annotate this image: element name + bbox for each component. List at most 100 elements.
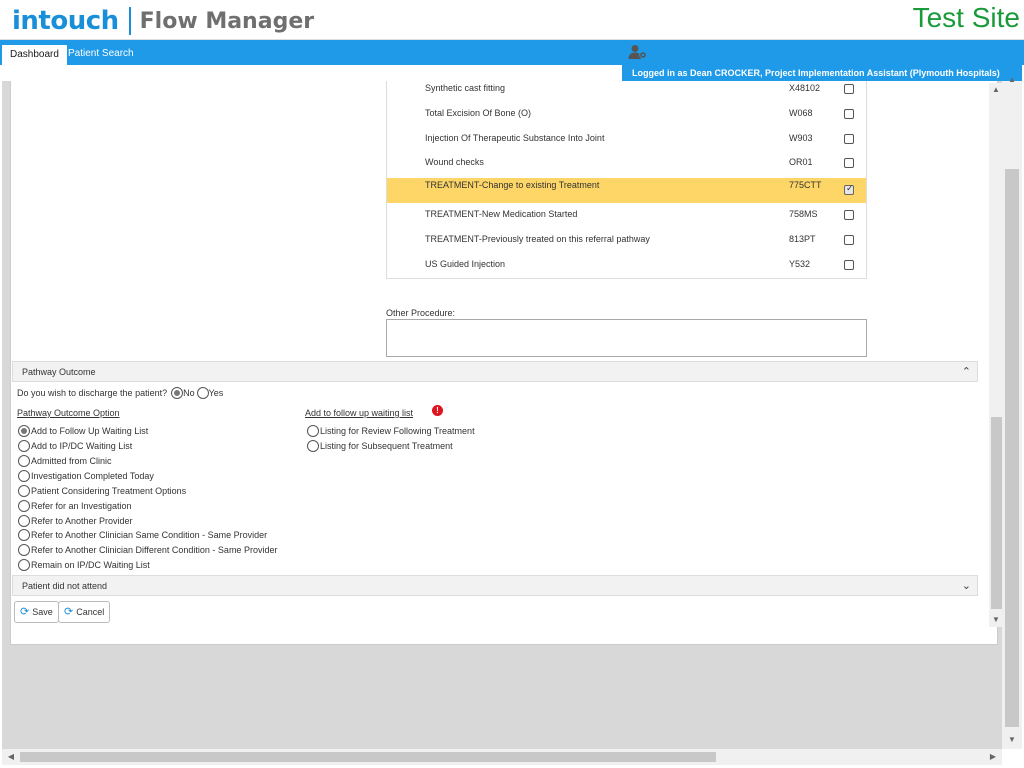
form-panel: Synthetic cast fitting X48102 Total Exci…	[10, 81, 1003, 645]
outcome-option[interactable]: Refer to Another Clinician Different Con…	[18, 543, 277, 557]
outcome-option[interactable]: Add to Follow Up Waiting List	[18, 424, 148, 438]
option-label: Admitted from Clinic	[31, 456, 112, 466]
radio-icon[interactable]	[18, 500, 30, 512]
outcome-option[interactable]: Remain on IP/DC Waiting List	[18, 558, 150, 572]
radio-icon[interactable]	[18, 440, 30, 452]
scroll-up-arrow-icon[interactable]: ▲	[1005, 75, 1019, 84]
app-header: intouch Flow Manager Test Site	[0, 0, 1024, 40]
procedure-code: 775CTT	[789, 180, 822, 190]
radio-icon[interactable]	[18, 544, 30, 556]
scroll-left-arrow-icon[interactable]: ◀	[4, 752, 18, 761]
procedure-checkbox[interactable]	[844, 109, 854, 119]
logo-product: Flow Manager	[139, 8, 315, 34]
table-row: Wound checks OR01	[387, 150, 866, 175]
refresh-icon: ⟳	[20, 606, 30, 618]
page-horizontal-scrollbar[interactable]: ◀ ▶	[2, 749, 1002, 765]
option-label: Remain on IP/DC Waiting List	[31, 560, 150, 570]
page-vertical-scrollbar[interactable]: ▲ ▼	[1002, 75, 1022, 749]
scroll-down-arrow-icon[interactable]: ▼	[1005, 735, 1019, 744]
discharge-no-radio[interactable]	[171, 387, 184, 399]
scrollbar-thumb[interactable]	[20, 752, 716, 762]
chevron-up-icon[interactable]: ⌃	[962, 362, 971, 382]
option-label: Investigation Completed Today	[31, 471, 154, 481]
procedure-code: W903	[789, 133, 813, 143]
outcome-option[interactable]: Admitted from Clinic	[18, 454, 112, 468]
exclamation-error-icon: !	[432, 405, 443, 416]
procedure-code: Y532	[789, 259, 811, 269]
procedure-name: TREATMENT-Change to existing Treatment	[425, 180, 600, 190]
procedure-code: W068	[789, 108, 813, 118]
procedure-checkbox[interactable]	[844, 183, 854, 195]
procedure-name: US Guided Injection	[425, 259, 506, 269]
save-button[interactable]: ⟳ Save	[14, 601, 59, 623]
pathway-outcome-option-heading: Pathway Outcome Option	[17, 408, 120, 418]
refresh-icon: ⟳	[64, 606, 74, 618]
radio-icon[interactable]	[18, 529, 30, 541]
procedure-name: TREATMENT-New Medication Started	[425, 209, 578, 219]
discharge-yes-radio[interactable]	[196, 387, 209, 399]
option-label: Listing for Review Following Treatment	[320, 426, 475, 436]
inner-vertical-scrollbar[interactable]: ▲ ▼	[989, 83, 1003, 627]
option-label: Add to IP/DC Waiting List	[31, 441, 133, 451]
radio-icon[interactable]	[18, 470, 30, 482]
outcome-option[interactable]: Add to IP/DC Waiting List	[18, 439, 132, 453]
user-settings-icon[interactable]	[628, 44, 648, 60]
procedure-name: Synthetic cast fitting	[425, 83, 506, 93]
table-row: TREATMENT-New Medication Started 758MS	[387, 202, 866, 227]
option-label: Refer for an Investigation	[31, 501, 132, 511]
discharge-question: Do you wish to discharge the patient? No…	[17, 387, 223, 399]
outcome-option[interactable]: Investigation Completed Today	[18, 469, 154, 483]
site-label: Test Site	[912, 2, 1020, 33]
cancel-label: Cancel	[76, 607, 105, 617]
scroll-up-arrow-icon[interactable]: ▲	[989, 85, 1003, 94]
procedure-checkbox[interactable]	[844, 235, 854, 245]
table-row: Total Excision Of Bone (O) W068	[387, 101, 866, 126]
procedure-checkbox[interactable]	[844, 134, 854, 144]
followup-option[interactable]: Listing for Subsequent Treatment	[307, 439, 453, 453]
radio-icon[interactable]	[18, 485, 30, 497]
option-label: Add to Follow Up Waiting List	[31, 426, 149, 436]
logo-brand: intouch	[12, 6, 119, 36]
procedure-checkbox[interactable]	[844, 84, 854, 94]
tab-dashboard[interactable]: Dashboard	[2, 44, 67, 65]
radio-icon[interactable]	[307, 425, 319, 437]
followup-option[interactable]: Listing for Review Following Treatment	[307, 424, 475, 438]
procedure-code: 758MS	[789, 209, 818, 219]
procedure-checkbox[interactable]	[844, 210, 854, 220]
radio-icon[interactable]	[18, 515, 30, 527]
tab-patient-search[interactable]: Patient Search	[60, 44, 142, 65]
radio-icon[interactable]	[18, 559, 30, 571]
pathway-outcome-header[interactable]: Pathway Outcome ⌃	[12, 361, 978, 382]
main-canvas: Synthetic cast fitting X48102 Total Exci…	[2, 81, 1003, 749]
save-label: Save	[32, 607, 53, 617]
scrollbar-thumb[interactable]	[1005, 169, 1019, 727]
patient-did-not-attend-header[interactable]: Patient did not attend ⌄	[12, 575, 978, 596]
other-procedure-input[interactable]	[386, 319, 867, 357]
procedure-code: OR01	[789, 157, 813, 167]
procedure-name: Wound checks	[425, 157, 484, 167]
radio-icon[interactable]	[18, 425, 30, 437]
cancel-button[interactable]: ⟳ Cancel	[58, 601, 111, 623]
section-title: Pathway Outcome	[22, 367, 96, 377]
option-label: Refer to Another Provider	[31, 516, 133, 526]
procedure-checkbox[interactable]	[844, 158, 854, 168]
table-row-selected: TREATMENT-Change to existing Treatment 7…	[387, 178, 866, 203]
outcome-option[interactable]: Refer to Another Clinician Same Conditio…	[18, 528, 267, 542]
table-row: US Guided Injection Y532	[387, 252, 866, 277]
scroll-down-arrow-icon[interactable]: ▼	[989, 615, 1003, 624]
logo-separator	[128, 7, 131, 35]
procedure-checkbox[interactable]	[844, 260, 854, 270]
outcome-option[interactable]: Refer to Another Provider	[18, 514, 133, 528]
option-label: Listing for Subsequent Treatment	[320, 441, 453, 451]
procedure-code: X48102	[789, 83, 821, 93]
scroll-right-arrow-icon[interactable]: ▶	[986, 752, 1000, 761]
radio-icon[interactable]	[307, 440, 319, 452]
chevron-down-icon[interactable]: ⌄	[962, 576, 971, 596]
discharge-yes-label: Yes	[208, 388, 224, 398]
outcome-option[interactable]: Refer for an Investigation	[18, 499, 132, 513]
scrollbar-thumb[interactable]	[991, 417, 1002, 609]
outcome-option[interactable]: Patient Considering Treatment Options	[18, 484, 186, 498]
other-procedure-label: Other Procedure:	[386, 308, 456, 318]
procedure-table: Synthetic cast fitting X48102 Total Exci…	[386, 81, 867, 279]
radio-icon[interactable]	[18, 455, 30, 467]
